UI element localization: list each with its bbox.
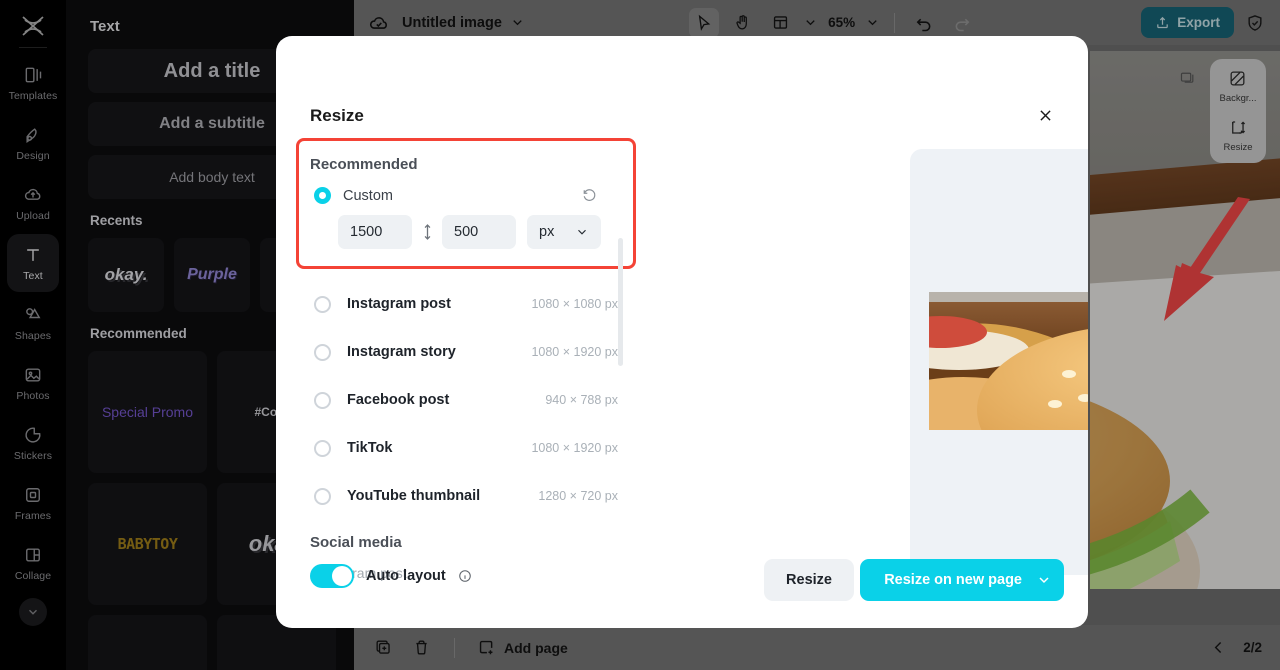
preset-radio[interactable] xyxy=(314,391,331,409)
resize-modal: Resize Recommended Custom 1500 500 px In… xyxy=(276,36,1088,628)
preset-radio[interactable] xyxy=(314,439,331,457)
custom-size-row[interactable]: Custom xyxy=(314,187,622,204)
preset-dimensions: 1080 × 1080 px xyxy=(531,297,618,311)
preset-name: Instagram post xyxy=(347,296,451,312)
modal-title: Resize xyxy=(310,106,364,125)
modal-footer: Auto layout Resize Resize on new page xyxy=(276,540,1088,628)
unit-value: px xyxy=(539,224,555,240)
app-root: Templates Design Upload Text Shapes Phot… xyxy=(0,0,1280,670)
width-input[interactable] xyxy=(338,215,412,249)
recommended-group-heading: Recommended xyxy=(310,156,418,173)
list-scrollbar[interactable] xyxy=(618,238,623,366)
preset-list: Instagram post 1080 × 1080 px Instagram … xyxy=(302,280,622,581)
preset-row[interactable]: Instagram story 1080 × 1920 px xyxy=(302,328,622,376)
link-dimensions-icon[interactable] xyxy=(419,220,435,244)
resize-new-label: Resize on new page xyxy=(884,572,1022,588)
close-icon[interactable] xyxy=(1028,98,1062,132)
preset-dimensions: 1080 × 1920 px xyxy=(531,345,618,359)
auto-layout-row: Auto layout xyxy=(310,564,472,588)
unit-select[interactable]: px xyxy=(527,215,601,249)
resize-button[interactable]: Resize xyxy=(764,559,854,601)
preset-name: YouTube thumbnail xyxy=(347,488,481,504)
preset-row[interactable]: Instagram post 1080 × 1080 px xyxy=(302,280,622,328)
preset-name: Instagram story xyxy=(347,344,456,360)
preset-name: Facebook post xyxy=(347,392,450,408)
chevron-down-icon xyxy=(578,229,586,235)
preview-pane xyxy=(910,149,1088,575)
preset-name: TikTok xyxy=(347,440,393,456)
custom-size-inputs: px xyxy=(338,215,622,249)
size-options-column: Recommended Custom 1500 500 px Instagram… xyxy=(296,134,636,584)
chevron-down-icon xyxy=(1039,577,1049,584)
custom-label: Custom xyxy=(343,187,393,204)
preset-dimensions: 1080 × 1920 px xyxy=(531,441,618,455)
preview-image-content xyxy=(929,292,1088,430)
reset-icon[interactable] xyxy=(581,187,598,204)
resize-on-new-page-button[interactable]: Resize on new page xyxy=(860,559,1064,601)
preset-dimensions: 1280 × 720 px xyxy=(538,489,618,503)
custom-radio[interactable] xyxy=(314,187,331,204)
preset-radio[interactable] xyxy=(314,295,331,313)
auto-layout-label: Auto layout xyxy=(366,568,446,584)
preset-row[interactable]: Facebook post 940 × 788 px xyxy=(302,376,622,424)
height-input[interactable] xyxy=(442,215,516,249)
auto-layout-toggle[interactable] xyxy=(310,564,354,588)
info-icon[interactable] xyxy=(458,569,472,583)
preview-image xyxy=(929,292,1088,430)
preset-radio[interactable] xyxy=(314,343,331,361)
preset-row[interactable]: YouTube thumbnail 1280 × 720 px xyxy=(302,472,622,520)
preset-dimensions: 940 × 788 px xyxy=(545,393,618,407)
preset-radio[interactable] xyxy=(314,487,331,505)
preset-row[interactable]: TikTok 1080 × 1920 px xyxy=(302,424,622,472)
